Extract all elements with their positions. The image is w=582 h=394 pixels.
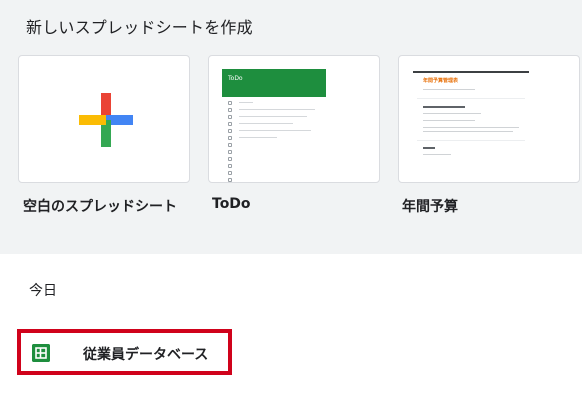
todo-thumbnail-row xyxy=(228,107,320,113)
budget-thumbnail-line xyxy=(423,113,481,115)
budget-thumbnail-heading xyxy=(423,106,465,108)
todo-thumbnail-columns xyxy=(222,86,326,97)
todo-thumbnail-header: ToDo xyxy=(222,69,326,97)
budget-thumbnail-heading xyxy=(423,147,435,149)
budget-thumbnail-divider xyxy=(417,140,525,142)
todo-thumbnail-row xyxy=(228,114,320,120)
budget-thumbnail-bar xyxy=(413,71,529,73)
todo-thumbnail-row xyxy=(228,100,320,106)
todo-thumbnail-row xyxy=(228,156,320,162)
todo-thumbnail-row xyxy=(228,128,320,134)
todo-thumbnail-row xyxy=(228,135,320,141)
new-spreadsheet-section: 新しいスプレッドシートを作成 ToDo 年間予算管理表 空白のスプレッドシート … xyxy=(0,0,582,254)
annual-budget-template-card[interactable]: 年間予算管理表 xyxy=(398,55,580,183)
google-plus-icon xyxy=(79,93,133,147)
file-item-employee-database[interactable]: 従業員データベース xyxy=(17,329,232,375)
budget-thumbnail-line xyxy=(423,154,451,156)
recent-section-title: 今日 xyxy=(29,283,57,299)
todo-label[interactable]: ToDo xyxy=(212,196,251,212)
todo-thumbnail-row xyxy=(228,142,320,148)
budget-thumbnail-title: 年間予算管理表 xyxy=(423,78,459,84)
todo-thumbnail-row xyxy=(228,177,320,182)
blank-spreadsheet-label[interactable]: 空白のスプレッドシート xyxy=(23,196,177,216)
section-title: 新しいスプレッドシートを作成 xyxy=(26,18,253,37)
budget-thumbnail-line xyxy=(423,127,519,129)
todo-thumbnail-row xyxy=(228,170,320,176)
todo-thumbnail-row xyxy=(228,163,320,169)
budget-thumbnail-line xyxy=(423,120,475,122)
file-name: 従業員データベース xyxy=(83,347,209,363)
todo-thumbnail: ToDo xyxy=(222,69,326,182)
todo-thumbnail-row xyxy=(228,121,320,127)
blank-spreadsheet-card[interactable] xyxy=(18,55,190,183)
budget-thumbnail-line xyxy=(423,89,475,91)
budget-thumbnail-line xyxy=(423,131,513,133)
todo-template-card[interactable]: ToDo xyxy=(208,55,380,183)
todo-thumbnail-row xyxy=(228,149,320,155)
annual-budget-label[interactable]: 年間予算 xyxy=(402,196,458,216)
budget-thumbnail-divider xyxy=(417,98,525,100)
todo-thumbnail-title: ToDo xyxy=(228,75,243,82)
google-sheets-icon xyxy=(32,344,50,362)
